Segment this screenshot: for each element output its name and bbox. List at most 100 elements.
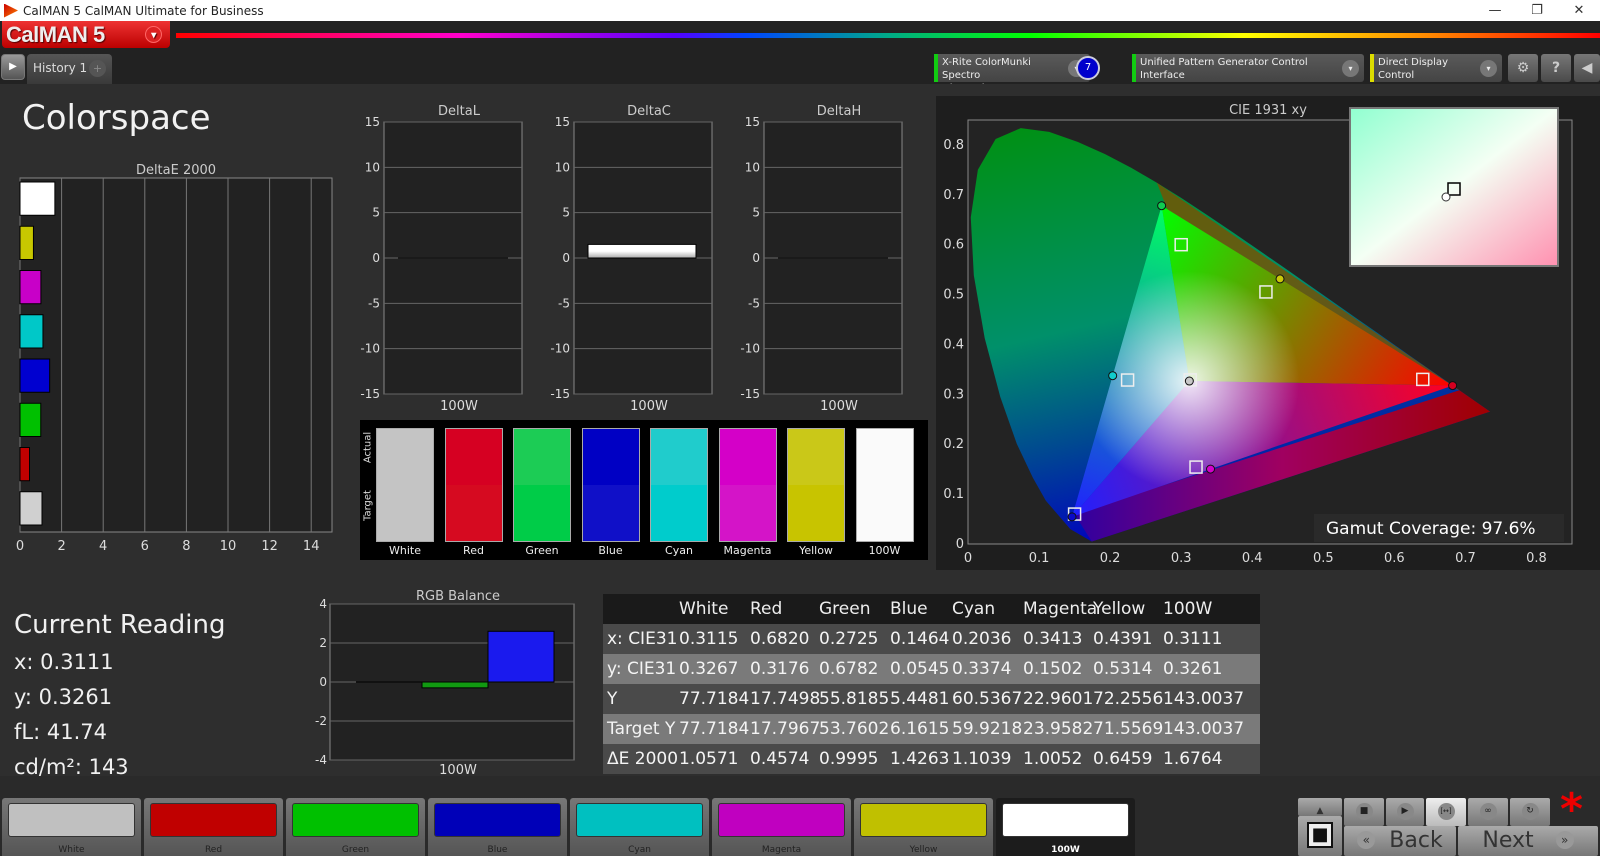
bottom-bar: White Red Green Blue Cyan Magenta Yellow 100W ▲… (0, 776, 1600, 856)
swatch-actual (514, 429, 570, 485)
window-titlebar: CalMAN 5 CalMAN Ultimate for Business — … (0, 0, 1600, 21)
patch-label: White (58, 845, 85, 855)
actual-label: Actual (362, 431, 374, 464)
actual-target-swatches: Actual Target White Red Green Blue Cyan Magen… (360, 420, 928, 560)
deltae-bar-100w (19, 181, 56, 216)
back-icon: « (1357, 831, 1376, 849)
deltae-bar-yellow (19, 225, 34, 260)
display-control-selector[interactable]: Direct Display Control ▾ (1370, 54, 1502, 82)
rainbow-strip (176, 33, 1600, 38)
patch-button-cyan[interactable]: Cyan (570, 798, 709, 856)
swatch-target (377, 485, 433, 541)
y-tick-label: 0 (319, 675, 327, 689)
table-cell: 143.0037 (1163, 689, 1245, 709)
y-tick-label: 5 (372, 206, 380, 220)
tab-history-1[interactable]: History 1 + (27, 54, 112, 84)
chevron-down-icon[interactable]: ▾ (1480, 60, 1497, 77)
y-tick-label: 2 (319, 636, 327, 650)
swatch-label: Cyan (665, 544, 693, 557)
back-button[interactable]: « Back (1344, 826, 1456, 856)
scroll-up-button[interactable]: ▲ (1298, 798, 1342, 816)
calman-logo-menu[interactable]: CalMAN 5 ▾ (2, 21, 170, 48)
table-cell: 0.2036 (952, 629, 1012, 649)
patch-button-green[interactable]: Green (286, 798, 425, 856)
tab-label: History 1 (33, 61, 88, 75)
table-header-row: White Red Green Blue Cyan Magenta Yellow 100W (603, 594, 1260, 624)
patch-label: Yellow (909, 845, 938, 855)
loop-button[interactable]: ∞ (1468, 798, 1508, 826)
display-control-name: Direct Display Control (1378, 57, 1448, 81)
collapse-button[interactable]: ◀ (1574, 54, 1600, 82)
pattern-generator-selector[interactable]: Unified Pattern Generator Control Interf… (1132, 54, 1364, 82)
meter-badge[interactable]: 7 (1076, 56, 1100, 80)
y-tick-label: -15 (740, 387, 760, 401)
y-tick-label: 10 (745, 160, 760, 174)
add-tab-icon[interactable]: + (89, 60, 106, 77)
fit-icon: [↔] (1437, 803, 1455, 820)
patch-color (860, 803, 987, 837)
meter-selector[interactable]: X-Rite ColorMunki Spectro Direct View ▾ (934, 54, 1090, 94)
swatch-target (719, 485, 776, 541)
maximize-button[interactable]: ❐ (1516, 0, 1558, 21)
patch-button-red[interactable]: Red (144, 798, 283, 856)
x-tick-label: 8 (182, 539, 190, 554)
settings-button[interactable]: ⚙ (1508, 54, 1538, 82)
help-button[interactable]: ? (1541, 54, 1571, 82)
swatch-label: Red (463, 544, 484, 557)
deltal-chart: DeltaL 15 10 5 0 -5 -10 -15 100W (360, 104, 523, 414)
stop-button[interactable]: ■ (1344, 798, 1384, 826)
y-tick-label: 4 (319, 597, 327, 611)
column-header: 100W (1163, 599, 1213, 619)
deltac-chart: DeltaC 15 10 5 0 -5 -10 -15 100W (550, 104, 713, 414)
gamut-coverage-label: Gamut Coverage: 97.6% (1326, 519, 1536, 539)
fit-button[interactable]: [↔] (1426, 798, 1466, 826)
pattern-gen-status-indicator (1132, 54, 1136, 82)
patch-button-yellow[interactable]: Yellow (854, 798, 993, 856)
swatch-label: 100W (868, 544, 901, 557)
gear-icon: ⚙ (1516, 60, 1530, 76)
swatch-actual (856, 429, 913, 485)
patch-button-magenta[interactable]: Magenta (712, 798, 851, 856)
table-cell: 0.6782 (819, 659, 879, 679)
table-cell: 1.1039 (952, 749, 1012, 769)
next-button[interactable]: Next » (1458, 826, 1598, 856)
patch-button-100w[interactable]: 100W (996, 798, 1135, 856)
chart-title: DeltaH (817, 104, 861, 119)
deltah-chart: DeltaH 15 10 5 0 -5 -10 -15 100W (740, 104, 903, 414)
patch-button-white[interactable]: White (2, 798, 141, 856)
up-arrow-icon: ▲ (1316, 806, 1324, 816)
chart-title: DeltaE 2000 (136, 163, 216, 178)
close-button[interactable]: ✕ (1558, 0, 1600, 21)
x-category-label: 100W (439, 763, 477, 776)
patch-square-button[interactable]: ■ (1298, 816, 1342, 856)
pattern-gen-name: Unified Pattern Generator Control Interf… (1140, 57, 1308, 81)
logo-text: CalMAN 5 (6, 22, 105, 47)
patch-label: Green (341, 845, 370, 855)
minimize-button[interactable]: — (1474, 0, 1516, 21)
swatch-target (445, 485, 502, 541)
refresh-button[interactable]: ↻ (1510, 798, 1550, 826)
y-tick-label: 10 (365, 160, 380, 174)
swatch-blue (581, 428, 640, 542)
table-cell: 6.1615 (890, 719, 950, 739)
row-label: y: CIE31 (607, 659, 677, 679)
x-tick-label: 0.2 (1100, 551, 1121, 566)
table-cell: 72.2556 (1093, 689, 1164, 709)
patch-button-blue[interactable]: Blue (428, 798, 567, 856)
reading-y: y: 0.3261 (14, 685, 113, 709)
table-cell: 53.7602 (819, 719, 890, 739)
back-label: Back (1389, 828, 1443, 853)
y-tick-label: 0 (752, 251, 760, 265)
deltae-bar-red (19, 447, 31, 482)
play-button[interactable]: ▶ (1386, 798, 1424, 826)
app-header: CalMAN 5 ▾ (0, 21, 1600, 50)
table-cell: 77.7184 (679, 719, 750, 739)
delta-bar-100w (587, 243, 697, 259)
table-cell: 1.0052 (1023, 749, 1083, 769)
chevron-down-icon[interactable]: ▾ (1342, 60, 1359, 77)
meter-name: X-Rite ColorMunki Spectro (942, 57, 1031, 81)
next-icon: » (1555, 831, 1574, 849)
x-tick-label: 0 (964, 551, 972, 566)
play-icon[interactable]: ▶ (1, 54, 25, 80)
swatch-target (514, 485, 570, 541)
